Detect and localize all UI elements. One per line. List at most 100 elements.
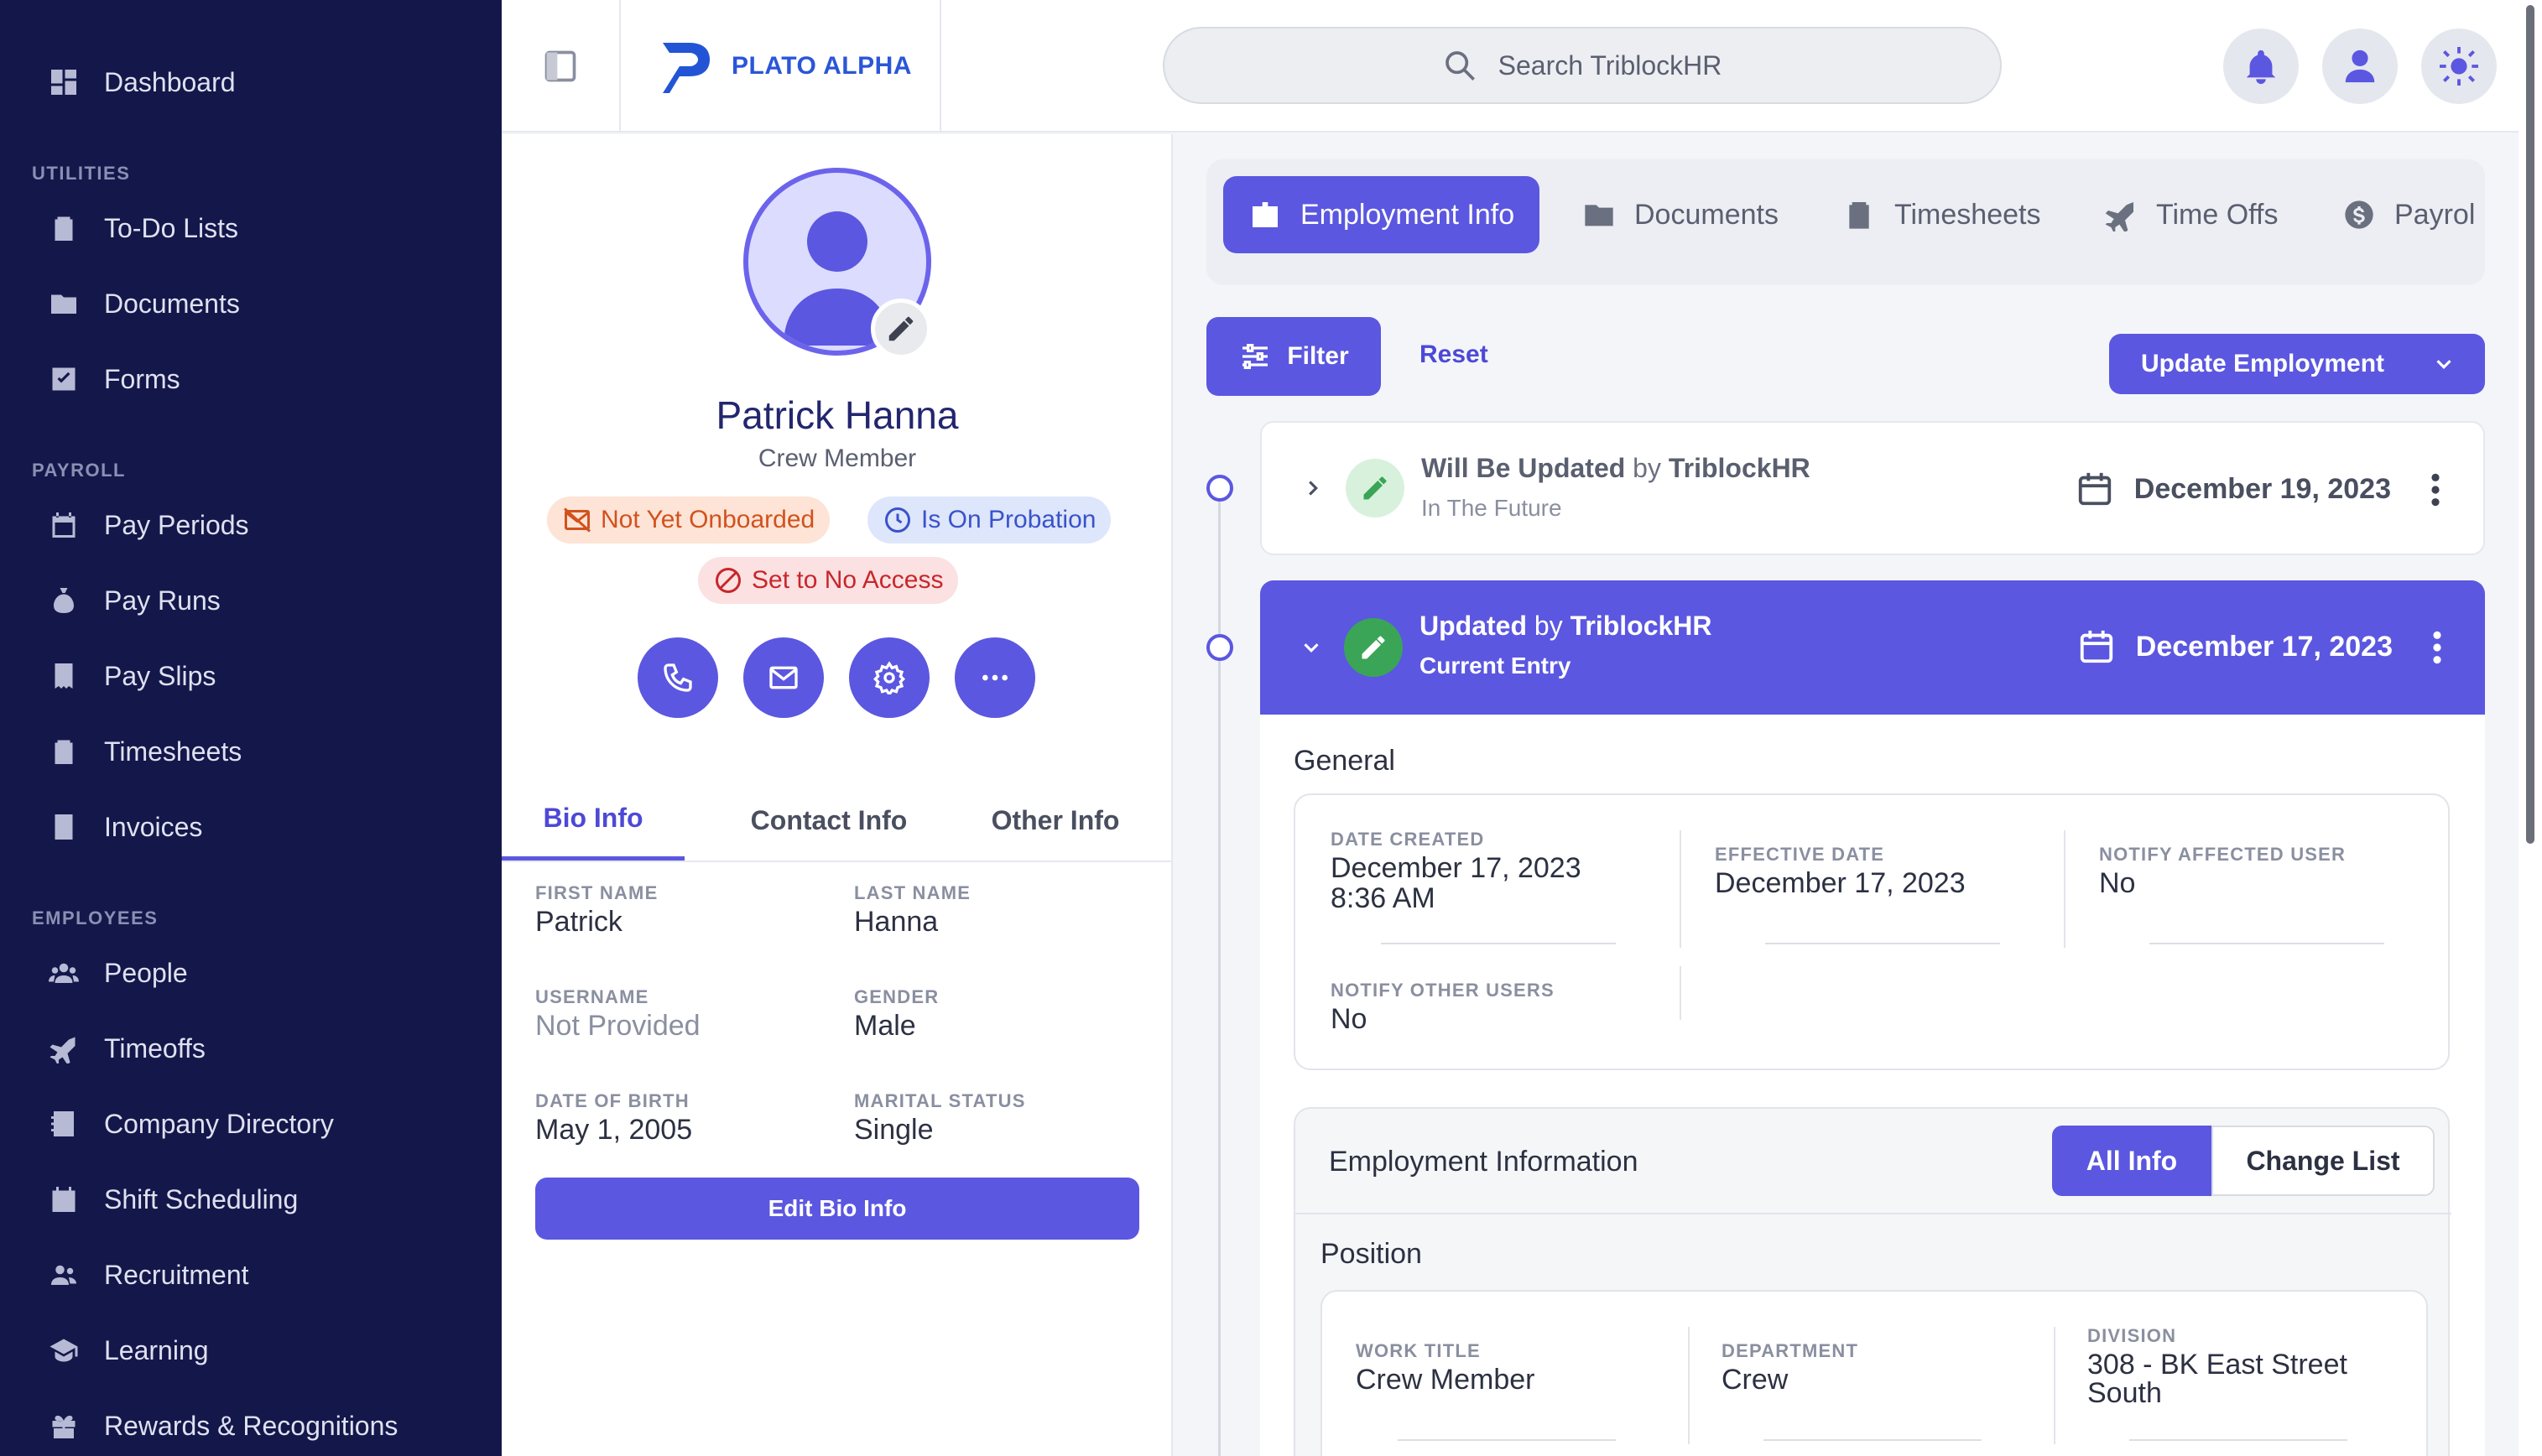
sidebar-section-employees: EMPLOYEES [32, 907, 159, 928]
sidebar-item-documents[interactable]: Documents [49, 278, 240, 329]
tab-other-info[interactable]: Other Info [955, 780, 1156, 861]
timeline-entry-future[interactable]: Will Be Updated by TriblockHR In The Fut… [1260, 421, 2485, 555]
sidebar-label: Rewards & Recognitions [104, 1410, 398, 1441]
last-name-value: Hanna [854, 906, 939, 938]
settings-button[interactable] [849, 637, 930, 718]
sidebar-item-todo[interactable]: To-Do Lists [49, 203, 238, 253]
logo-text: PLATO ALPHA [732, 52, 912, 80]
field-separator [1680, 830, 1681, 948]
tab-contact-info[interactable]: Contact Info [711, 780, 946, 861]
entry-by: by [1633, 453, 1661, 483]
theme-toggle-button[interactable] [2421, 29, 2497, 104]
field-underline [2129, 1439, 2347, 1441]
tab-timesheets[interactable]: Timesheets [1842, 176, 2040, 253]
more-vertical-icon[interactable] [2430, 471, 2441, 508]
more-actions-button[interactable] [955, 637, 1035, 718]
people-icon [49, 963, 79, 983]
more-vertical-icon[interactable] [2431, 629, 2443, 666]
sidebar-toggle-button[interactable] [502, 0, 621, 133]
dollar-circle-icon [2345, 200, 2373, 229]
date-created-value: December 17, 2023 [1331, 852, 1581, 884]
entry-author: TriblockHR [1570, 611, 1712, 641]
sidebar-item-timesheets[interactable]: Timesheets [49, 726, 242, 777]
sidebar-item-invoices[interactable]: Invoices [49, 802, 202, 852]
sidebar-label: People [104, 957, 188, 988]
field-underline [1765, 943, 2000, 944]
profile-button[interactable] [2322, 29, 2398, 104]
mail-icon [769, 666, 798, 689]
chevron-down-icon [2436, 360, 2451, 369]
page-scrollbar[interactable] [2519, 0, 2542, 1456]
sidebar-label: Learning [104, 1334, 209, 1365]
tabs-divider [502, 861, 1173, 862]
pencil-icon [1362, 636, 1385, 659]
tab-label: Payrol [2394, 198, 2476, 231]
tab-time-offs[interactable]: Time Offs [2104, 176, 2278, 253]
field-separator [2054, 1327, 2055, 1444]
receipt-icon [55, 663, 73, 689]
sidebar-item-people[interactable]: People [49, 948, 188, 998]
dob-label: DATE OF BIRTH [535, 1090, 690, 1111]
app-logo[interactable]: PLATO ALPHA [621, 0, 941, 133]
field-underline [1381, 943, 1616, 944]
pencil-icon [888, 316, 914, 341]
sidebar-item-dashboard[interactable]: Dashboard [49, 57, 236, 107]
recruitment-icon [51, 1265, 76, 1285]
employee-role: Crew Member [758, 445, 917, 472]
search-icon [1445, 51, 1475, 81]
folder-icon [51, 294, 76, 314]
entry-action: Updated [1419, 611, 1527, 641]
gift-icon [52, 1415, 76, 1438]
notifications-button[interactable] [2223, 29, 2299, 104]
employee-name: Patrick Hanna [716, 393, 959, 437]
sidebar-item-learning[interactable]: Learning [49, 1325, 209, 1375]
id-badge-icon [1253, 202, 1278, 227]
timeline-entry-current[interactable]: Updated by TriblockHR Current Entry Dece… [1260, 580, 2485, 715]
change-list-toggle[interactable]: Change List [2211, 1126, 2435, 1196]
edit-avatar-button[interactable] [871, 299, 931, 359]
plane-icon [49, 1037, 76, 1063]
tab-bio-info[interactable]: Bio Info [502, 780, 685, 861]
division-label: DIVISION [2087, 1325, 2177, 1346]
status-badge-onboarding: Not Yet Onboarded [547, 497, 831, 543]
sidebar-item-pay-periods[interactable]: Pay Periods [49, 500, 249, 550]
update-employment-button[interactable]: Update Employment [2109, 334, 2485, 394]
entry-details: General DATE CREATED December 17, 2023 8… [1260, 715, 2485, 1456]
sidebar-item-rewards[interactable]: Rewards & Recognitions [49, 1401, 398, 1451]
position-card: WORK TITLE Crew Member DEPARTMENT Crew D… [1320, 1290, 2428, 1456]
filter-button[interactable]: Filter [1206, 317, 1381, 396]
sidebar-item-recruitment[interactable]: Recruitment [49, 1250, 249, 1300]
edit-status-icon [1346, 459, 1404, 517]
entry-date: December 17, 2023 [2077, 627, 2393, 666]
clipboard-icon [1849, 202, 1869, 229]
field-separator [2064, 830, 2065, 948]
sidebar-label: Documents [104, 288, 240, 319]
tab-label: Documents [1634, 198, 1779, 231]
effective-date-label: EFFECTIVE DATE [1715, 844, 1885, 865]
gender-label: GENDER [854, 986, 940, 1007]
search-input[interactable]: Search TriblockHR [1163, 27, 2002, 104]
sidebar-item-timeoffs[interactable]: Timeoffs [49, 1023, 206, 1074]
sidebar-item-pay-runs[interactable]: Pay Runs [49, 575, 221, 626]
department-value: Crew [1722, 1364, 1789, 1396]
scrollbar-thumb[interactable] [2526, 5, 2534, 844]
sidebar-item-shift-scheduling[interactable]: Shift Scheduling [49, 1174, 298, 1225]
employment-information-title: Employment Information [1329, 1146, 1638, 1178]
tab-documents[interactable]: Documents [1582, 176, 1779, 253]
sidebar-item-forms[interactable]: Forms [49, 354, 180, 404]
tab-employment-info[interactable]: Employment Info [1223, 176, 1540, 253]
email-button[interactable] [743, 637, 824, 718]
section-tabs: Employment Info Documents Timesheets Tim… [1206, 159, 2485, 285]
sidebar-item-pay-slips[interactable]: Pay Slips [49, 651, 216, 701]
sidebar-section-utilities: UTILITIES [32, 163, 131, 184]
call-button[interactable] [638, 637, 718, 718]
dashboard-icon [51, 70, 76, 95]
sidebar-label: Pay Slips [104, 660, 216, 691]
all-info-toggle[interactable]: All Info [2052, 1126, 2211, 1196]
tab-payroll[interactable]: Payrol [2342, 176, 2475, 253]
department-label: DEPARTMENT [1722, 1340, 1859, 1361]
general-card: DATE CREATED December 17, 2023 8:36 AM E… [1294, 793, 2450, 1070]
reset-button[interactable]: Reset [1419, 341, 1488, 369]
edit-bio-info-button[interactable]: Edit Bio Info [535, 1178, 1139, 1240]
sidebar-item-company-directory[interactable]: Company Directory [49, 1099, 334, 1149]
